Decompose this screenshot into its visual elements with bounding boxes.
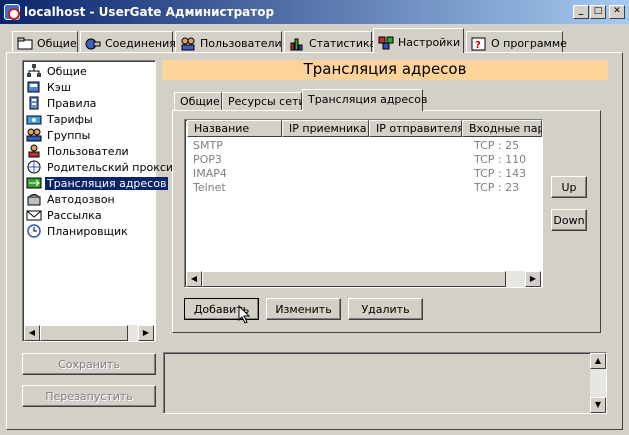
scroll-right-arrow-icon[interactable]: ▶ (525, 271, 541, 287)
tab-about[interactable]: ? О программе (466, 31, 567, 52)
nat-rules-list[interactable]: Название IP приемника IP отправителя Вхо… (184, 119, 543, 288)
title-bar: localhost - UserGate Администратор _ □ ✕ (0, 0, 629, 24)
rules-icon (26, 96, 42, 110)
parent-proxy-icon (26, 160, 42, 174)
tree-scroll-thumb[interactable] (40, 325, 128, 341)
tree-item-autodial[interactable]: Автодозвон (26, 191, 117, 207)
scroll-down-arrow-icon[interactable]: ▼ (590, 397, 606, 413)
scroll-left-arrow-icon[interactable]: ◀ (24, 325, 40, 341)
tariffs-icon (26, 112, 42, 126)
users-icon (26, 144, 42, 158)
tree-item-users[interactable]: Пользователи (26, 143, 131, 159)
tree-item-general[interactable]: Общие (26, 63, 89, 79)
subtab-general[interactable]: Общие (174, 92, 222, 111)
scroll-right-arrow-icon[interactable]: ▶ (138, 325, 154, 341)
help-icon: ? (471, 37, 487, 51)
tree-item-scheduler[interactable]: Планировщик (26, 223, 130, 239)
tab-statistics[interactable]: Статистика (284, 31, 376, 52)
autodial-icon (26, 192, 42, 206)
subtab-nat[interactable]: Трансляция адресов (302, 89, 427, 111)
table-row[interactable]: POP3 TCP : 110 (185, 153, 542, 167)
column-source-ip[interactable]: IP отправителя (369, 120, 462, 137)
column-name[interactable]: Название (187, 120, 282, 137)
table-row[interactable]: IMAP4 TCP : 143 (185, 167, 542, 181)
subtab-network-resources[interactable]: Ресурсы сети (222, 92, 306, 111)
tab-connections-label: Соединения (105, 37, 176, 50)
move-up-button[interactable]: Up (551, 176, 587, 198)
tree-item-parent-proxy[interactable]: Родительский прокси (26, 159, 175, 175)
tree-item-cache[interactable]: Кэш (26, 79, 73, 95)
table-row[interactable]: SMTP TCP : 25 (185, 139, 542, 153)
tab-settings[interactable]: Настройки (373, 28, 464, 53)
restart-button[interactable]: Перезапустить (22, 385, 156, 407)
tab-connections[interactable]: Соединения (80, 31, 176, 52)
delete-button[interactable]: Удалить (348, 298, 423, 320)
tree-item-tariffs[interactable]: Тарифы (26, 111, 95, 127)
move-down-button[interactable]: Down (551, 209, 587, 231)
connections-icon (85, 37, 101, 51)
list-scroll-thumb[interactable] (202, 271, 506, 287)
tree-item-nat[interactable]: Трансляция адресов (26, 175, 169, 191)
network-icon (26, 64, 42, 78)
general-icon (17, 37, 33, 51)
users-icon (180, 37, 196, 51)
tab-about-label: О программе (491, 37, 567, 50)
save-button[interactable]: Сохранить (22, 353, 156, 375)
scheduler-icon (26, 224, 42, 238)
cache-icon (26, 80, 42, 94)
tab-users[interactable]: Пользователи (175, 31, 282, 52)
tab-general[interactable]: Общие (12, 31, 78, 52)
log-vscrollbar[interactable]: ▲ ▼ (590, 353, 606, 413)
settings-tree: Общие Кэш Правила Тарифы Группы Пользова… (22, 60, 173, 342)
mouse-cursor-icon (238, 304, 252, 325)
edit-button[interactable]: Изменить (266, 298, 341, 320)
minimize-button[interactable]: _ (573, 5, 589, 19)
log-area[interactable]: ▲ ▼ (163, 352, 607, 414)
column-input-params[interactable]: Входные пар- (462, 120, 542, 137)
svg-text:?: ? (475, 40, 481, 51)
maximize-button[interactable]: □ (590, 5, 606, 19)
panel-title: Трансляция адресов (162, 60, 608, 80)
tab-general-label: Общие (37, 37, 77, 50)
tab-users-label: Пользователи (200, 37, 282, 50)
column-dest-ip[interactable]: IP приемника (282, 120, 369, 137)
mailing-icon (26, 208, 42, 222)
scroll-left-arrow-icon[interactable]: ◀ (186, 271, 202, 287)
tree-hscrollbar[interactable]: ◀ ▶ (24, 325, 154, 341)
list-hscrollbar[interactable]: ◀ ▶ (186, 271, 541, 287)
statistics-icon (289, 37, 305, 51)
settings-icon (378, 36, 394, 50)
tree-item-mailing[interactable]: Рассылка (26, 207, 104, 223)
table-row[interactable]: Telnet TCP : 23 (185, 181, 542, 195)
tree-item-groups[interactable]: Группы (26, 127, 92, 143)
tab-settings-label: Настройки (398, 36, 461, 49)
tab-statistics-label: Статистика (309, 37, 377, 50)
app-icon (4, 4, 20, 20)
nat-icon (26, 176, 42, 190)
window-title: localhost - UserGate Администратор (24, 5, 275, 19)
tree-item-rules[interactable]: Правила (26, 95, 98, 111)
scroll-up-arrow-icon[interactable]: ▲ (590, 353, 606, 369)
close-button[interactable]: ✕ (609, 5, 625, 19)
groups-icon (26, 128, 42, 142)
